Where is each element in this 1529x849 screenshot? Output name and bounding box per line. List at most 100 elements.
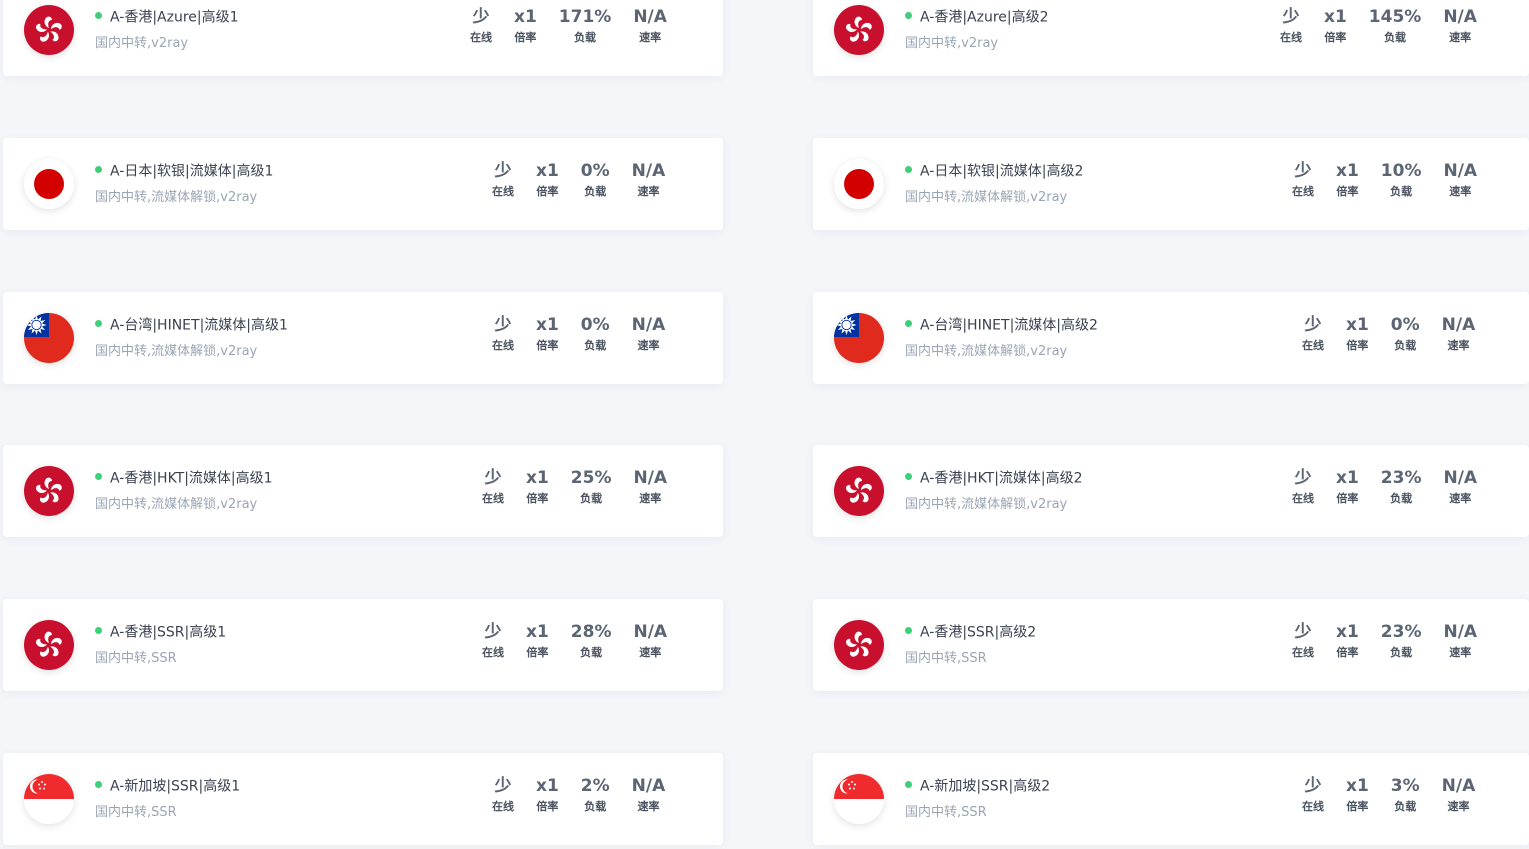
stat-rate-multiplier: x1 倍率	[1346, 775, 1369, 815]
stat-load-percent: 145% 负载	[1369, 6, 1422, 46]
online-count-label: 在线	[492, 800, 514, 813]
speed-label: 速率	[637, 339, 660, 352]
stat-speed: N/A 速率	[1444, 621, 1478, 661]
stat-rate-multiplier: x1 倍率	[536, 775, 559, 815]
load-percent-label: 负载	[584, 339, 607, 352]
stat-load-percent: 3% 负载	[1391, 775, 1420, 815]
node-title: A-日本|软银|流媒体|高级1	[95, 160, 273, 181]
node-card[interactable]: A-日本|软银|流媒体|高级2 国内中转,流媒体解锁,v2ray 少在线 x1 倍率 10…	[813, 138, 1529, 230]
load-percent-value: 25%	[570, 468, 612, 488]
node-card[interactable]: A-香港|Azure|高级1 国内中转,v2ray 少在线 x1 倍率 171% 负载 N/A…	[3, 0, 723, 76]
online-count-value: 少	[472, 7, 490, 27]
node-description: 国内中转,SSR	[905, 805, 987, 820]
stat-online-count: 少在线	[492, 160, 514, 200]
stat-rate-multiplier: x1 倍率	[536, 314, 559, 354]
online-count-value: 少	[1304, 315, 1322, 335]
stat-online-count: 少在线	[482, 621, 504, 661]
speed-value: N/A	[1443, 468, 1478, 488]
rate-multiplier-value: x1	[536, 315, 559, 335]
japan-flag-icon	[834, 159, 884, 209]
speed-value: N/A	[633, 622, 668, 642]
speed-label: 速率	[1447, 800, 1470, 813]
node-title: A-台湾|HINET|流媒体|高级1	[95, 314, 288, 335]
stat-speed: N/A 速率	[1442, 314, 1476, 354]
rate-multiplier-value: x1	[526, 622, 549, 642]
load-percent-value: 0%	[1390, 315, 1420, 335]
hongkong-flag-icon	[24, 466, 74, 516]
stat-rate-multiplier: x1 倍率	[1324, 6, 1347, 46]
load-percent-label: 负载	[1384, 31, 1407, 44]
load-percent-value: 23%	[1380, 468, 1422, 488]
online-count-value: 少	[494, 776, 512, 796]
hongkong-flag-icon	[24, 620, 74, 670]
node-description: 国内中转,流媒体解锁,v2ray	[95, 344, 258, 359]
node-description: 国内中转,SSR	[95, 651, 177, 666]
node-name: A-日本|软银|流媒体|高级1	[110, 163, 274, 180]
speed-label: 速率	[1449, 31, 1472, 44]
rate-multiplier-value: x1	[536, 161, 559, 181]
node-card[interactable]: A-新加坡|SSR|高级2 国内中转,SSR 少在线 x1 倍率 3% 负载 N/A 速率	[813, 753, 1529, 845]
online-status-dot-icon	[95, 166, 102, 173]
rate-multiplier-value: x1	[1336, 622, 1359, 642]
node-stats: 少在线 x1 倍率 3% 负载 N/A 速率	[1302, 775, 1475, 815]
node-stats: 少在线 x1 倍率 171% 负载 N/A 速率	[470, 6, 667, 46]
node-card[interactable]: A-新加坡|SSR|高级1 国内中转,SSR 少在线 x1 倍率 2% 负载 N/A 速率	[3, 753, 723, 845]
node-card[interactable]: A-香港|HKT|流媒体|高级1 国内中转,流媒体解锁,v2ray 少在线 x1 倍率 2…	[3, 445, 723, 537]
online-status-dot-icon	[95, 320, 102, 327]
node-title: A-香港|SSR|高级2	[905, 621, 1036, 642]
online-count-value: 少	[1282, 7, 1300, 27]
load-percent-label: 负载	[580, 492, 603, 505]
node-card[interactable]: A-台湾|HINET|流媒体|高级2 国内中转,流媒体解锁,v2ray 少在线 x1 倍…	[813, 292, 1529, 384]
node-card[interactable]: A-香港|SSR|高级2 国内中转,SSR 少在线 x1 倍率 23% 负载 N/A 速率	[813, 599, 1529, 691]
speed-label: 速率	[1447, 339, 1470, 352]
rate-multiplier-label: 倍率	[1346, 800, 1369, 813]
load-percent-label: 负载	[584, 185, 607, 198]
stat-rate-multiplier: x1 倍率	[526, 621, 549, 661]
speed-label: 速率	[639, 31, 662, 44]
rate-multiplier-value: x1	[1336, 161, 1359, 181]
node-name: A-香港|SSR|高级2	[920, 624, 1037, 641]
online-count-value: 少	[1304, 776, 1322, 796]
stat-speed: N/A 速率	[632, 775, 666, 815]
node-card[interactable]: A-香港|Azure|高级2 国内中转,v2ray 少在线 x1 倍率 145% 负载 N/A…	[813, 0, 1529, 76]
node-stats: 少在线 x1 倍率 23% 负载 N/A 速率	[1292, 467, 1477, 507]
node-card[interactable]: A-香港|SSR|高级1 国内中转,SSR 少在线 x1 倍率 28% 负载 N/A 速率	[3, 599, 723, 691]
online-count-label: 在线	[1292, 492, 1314, 505]
node-name: A-台湾|HINET|流媒体|高级1	[110, 317, 288, 334]
stat-rate-multiplier: x1 倍率	[1336, 467, 1359, 507]
node-name: A-新加坡|SSR|高级2	[920, 778, 1051, 795]
load-percent-label: 负载	[574, 31, 597, 44]
online-count-label: 在线	[482, 492, 504, 505]
rate-multiplier-value: x1	[1346, 776, 1369, 796]
load-percent-value: 10%	[1380, 161, 1422, 181]
stat-rate-multiplier: x1 倍率	[1336, 160, 1359, 200]
rate-multiplier-value: x1	[536, 776, 559, 796]
speed-value: N/A	[633, 7, 667, 27]
stat-online-count: 少在线	[1302, 314, 1324, 354]
online-status-dot-icon	[905, 12, 912, 19]
rate-multiplier-label: 倍率	[536, 339, 559, 352]
speed-value: N/A	[631, 315, 666, 335]
stat-speed: N/A 速率	[1444, 467, 1478, 507]
stat-load-percent: 25% 负载	[571, 467, 612, 507]
node-description: 国内中转,流媒体解锁,v2ray	[95, 190, 258, 205]
stat-rate-multiplier: x1 倍率	[514, 6, 537, 46]
node-description: 国内中转,流媒体解锁,v2ray	[905, 497, 1068, 512]
stat-online-count: 少在线	[492, 775, 514, 815]
taiwan-flag-icon	[24, 313, 74, 363]
node-description: 国内中转,SSR	[905, 651, 987, 666]
rate-multiplier-label: 倍率	[536, 800, 559, 813]
rate-multiplier-value: x1	[526, 468, 549, 488]
node-card[interactable]: A-香港|HKT|流媒体|高级2 国内中转,流媒体解锁,v2ray 少在线 x1 倍率 2…	[813, 445, 1529, 537]
stat-rate-multiplier: x1 倍率	[536, 160, 559, 200]
stat-online-count: 少在线	[1280, 6, 1302, 46]
stat-online-count: 少在线	[482, 467, 504, 507]
node-name: A-香港|HKT|流媒体|高级2	[920, 470, 1083, 487]
node-name: A-香港|Azure|高级1	[110, 9, 239, 26]
node-card[interactable]: A-日本|软银|流媒体|高级1 国内中转,流媒体解锁,v2ray 少在线 x1 倍率 0%…	[3, 138, 723, 230]
node-name: A-新加坡|SSR|高级1	[110, 778, 241, 795]
node-card[interactable]: A-台湾|HINET|流媒体|高级1 国内中转,流媒体解锁,v2ray 少在线 x1 倍…	[3, 292, 723, 384]
load-percent-label: 负载	[1390, 646, 1413, 659]
speed-label: 速率	[637, 800, 660, 813]
stat-load-percent: 0% 负载	[581, 160, 610, 200]
